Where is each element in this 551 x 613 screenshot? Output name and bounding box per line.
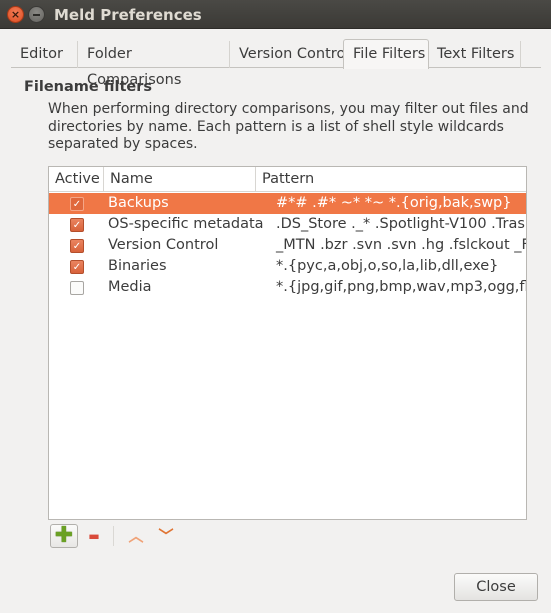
- filter-pattern[interactable]: #*# .#* ~* *~ *.{orig,bak,swp}: [276, 193, 512, 214]
- active-checkbox[interactable]: ✓: [70, 197, 84, 211]
- filter-name[interactable]: OS-specific metadata: [108, 214, 264, 235]
- plus-icon: ✚: [54, 523, 74, 548]
- chevron-up-icon: ︿: [128, 526, 144, 545]
- filter-toolbar: ✚ ▬ ︿ ﹀: [50, 524, 250, 548]
- column-header-pattern[interactable]: Pattern: [256, 167, 526, 192]
- toolbar-separator: [113, 526, 114, 546]
- checkbox-empty-icon: [70, 281, 84, 295]
- filter-pattern[interactable]: *.{pyc,a,obj,o,so,la,lib,dll,exe}: [276, 256, 498, 277]
- filter-pattern[interactable]: _MTN .bzr .svn .svn .hg .fslckout _FOSSI…: [276, 235, 526, 256]
- move-up-button[interactable]: ︿: [122, 524, 150, 548]
- close-button[interactable]: Close: [454, 573, 538, 601]
- filter-name[interactable]: Binaries: [108, 256, 167, 277]
- tab-version-control[interactable]: Version Control: [230, 41, 354, 68]
- filter-pattern[interactable]: .DS_Store ._* .Spotlight-V100 .Trashes: [276, 214, 526, 235]
- checkmark-icon: ✓: [70, 239, 84, 253]
- active-checkbox[interactable]: ✓: [70, 239, 84, 253]
- preferences-tabs: Editor Folder Comparisons Version Contro…: [11, 39, 541, 88]
- column-header-active[interactable]: Active: [49, 167, 104, 192]
- window-title: Meld Preferences: [54, 6, 202, 24]
- filter-row[interactable]: ✓ Backups #*# .#* ~* *~ *.{orig,bak,swp}: [49, 193, 526, 214]
- window-minimize-button[interactable]: [28, 6, 45, 23]
- tab-text-filters[interactable]: Text Filters: [428, 41, 521, 68]
- add-filter-button[interactable]: ✚: [50, 524, 78, 548]
- tab-editor[interactable]: Editor: [11, 41, 78, 68]
- title-bar: × Meld Preferences: [0, 0, 551, 29]
- minus-icon: ▬: [88, 529, 100, 543]
- window-close-button[interactable]: ×: [7, 6, 24, 23]
- filter-row[interactable]: ✓ Binaries *.{pyc,a,obj,o,so,la,lib,dll,…: [49, 256, 526, 277]
- filename-filters-list[interactable]: Active Name Pattern ✓ Backups #*# .#* ~*…: [48, 166, 527, 520]
- tab-file-filters[interactable]: File Filters: [343, 39, 429, 69]
- active-checkbox[interactable]: ✓: [70, 218, 84, 232]
- checkmark-icon: ✓: [70, 260, 84, 274]
- filter-name[interactable]: Media: [108, 277, 152, 298]
- tab-folder-comparisons[interactable]: Folder Comparisons: [78, 41, 230, 88]
- list-header: Active Name Pattern: [49, 167, 526, 192]
- active-checkbox[interactable]: ✓: [70, 260, 84, 274]
- move-down-button[interactable]: ﹀: [152, 524, 180, 548]
- filter-pattern[interactable]: *.{jpg,gif,png,bmp,wav,mp3,ogg,flac}: [276, 277, 526, 298]
- chevron-down-icon: ﹀: [158, 526, 174, 545]
- checkmark-icon: ✓: [70, 197, 84, 211]
- filter-row[interactable]: ✓ Version Control _MTN .bzr .svn .svn .h…: [49, 235, 526, 256]
- section-title: Filename filters: [24, 79, 153, 95]
- column-header-name[interactable]: Name: [104, 167, 256, 192]
- filter-row[interactable]: Media *.{jpg,gif,png,bmp,wav,mp3,ogg,fla…: [49, 277, 526, 298]
- minimize-icon: [33, 13, 40, 16]
- filter-name[interactable]: Version Control: [108, 235, 218, 256]
- filter-row[interactable]: ✓ OS-specific metadata .DS_Store ._* .Sp…: [49, 214, 526, 235]
- active-checkbox[interactable]: [70, 281, 84, 295]
- filter-name[interactable]: Backups: [108, 193, 169, 214]
- checkmark-icon: ✓: [70, 218, 84, 232]
- section-description: When performing directory comparisons, y…: [48, 101, 529, 152]
- remove-filter-button[interactable]: ▬: [80, 524, 108, 548]
- close-icon: ×: [10, 8, 21, 21]
